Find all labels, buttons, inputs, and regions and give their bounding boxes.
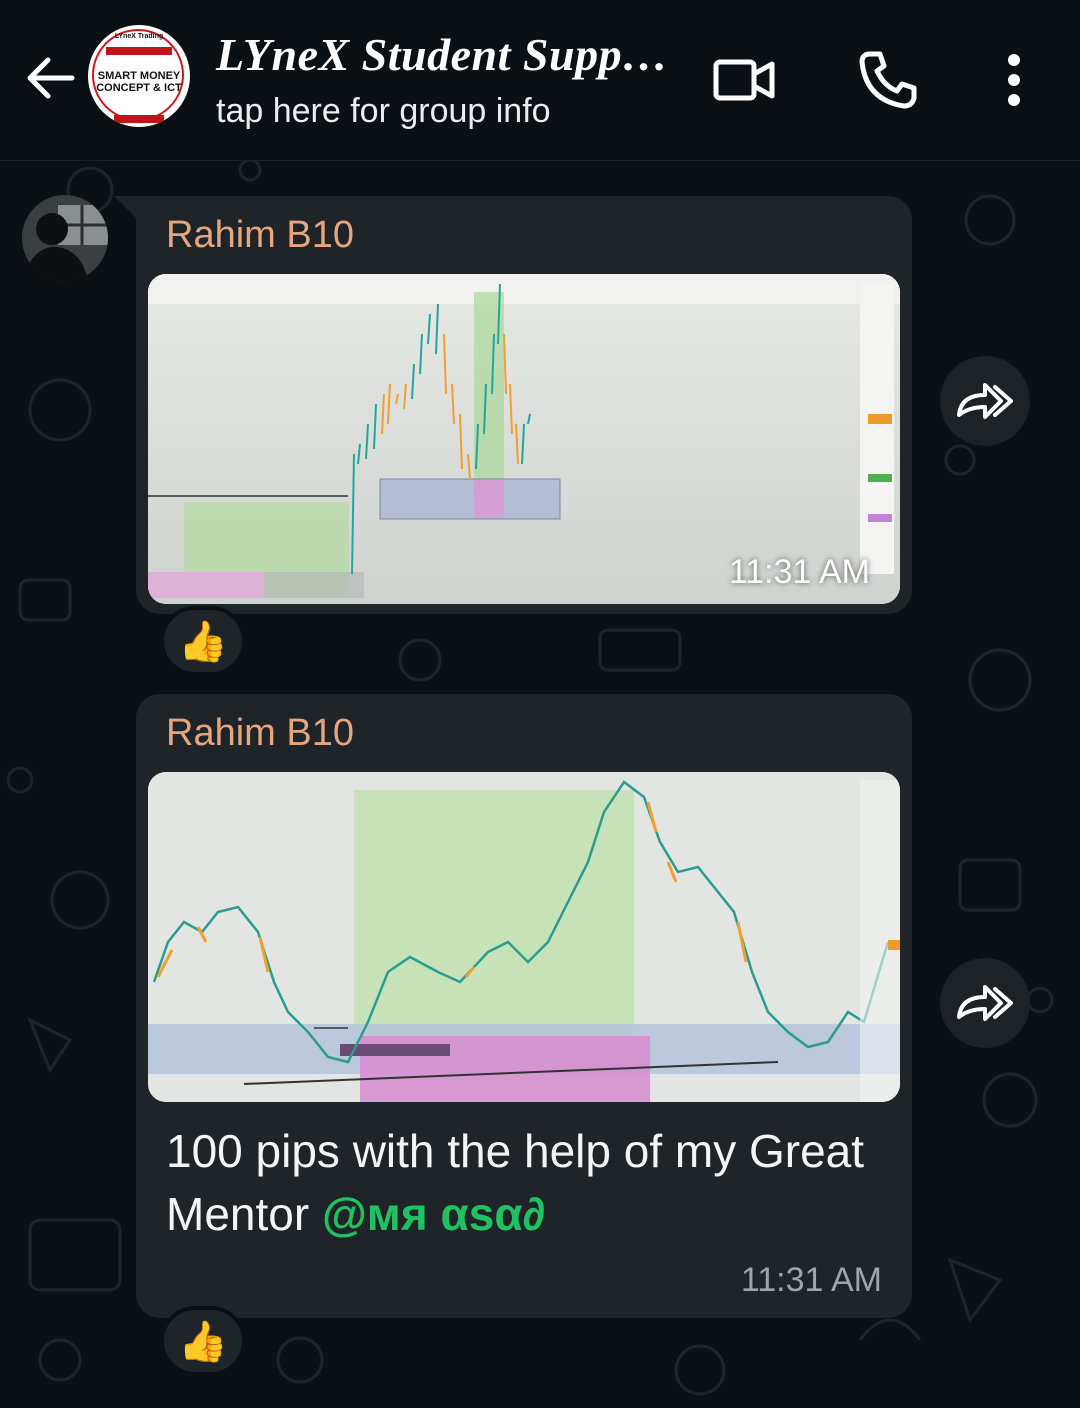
- forward-icon: [957, 985, 1013, 1021]
- chat-header: LYneX Trading SMART MONEY CONCEPT & ICT …: [0, 0, 1080, 161]
- avatar-band-top: [106, 47, 172, 55]
- voice-call-button[interactable]: [856, 48, 920, 112]
- arrow-left-icon: [27, 57, 75, 99]
- message-time: 11:31 AM: [728, 553, 870, 591]
- avatar-logo-line2: SMART MONEY CONCEPT & ICT: [96, 70, 182, 94]
- reaction-badge[interactable]: 👍: [160, 1306, 246, 1376]
- forward-button[interactable]: [940, 356, 1030, 446]
- video-camera-icon: [713, 59, 775, 101]
- group-avatar[interactable]: LYneX Trading SMART MONEY CONCEPT & ICT: [88, 25, 190, 127]
- trading-chart-image: [148, 772, 900, 1102]
- mention-link[interactable]: @мя αѕα∂: [322, 1188, 545, 1240]
- bubble-tail: [114, 196, 136, 218]
- chart-photo[interactable]: [148, 772, 900, 1102]
- message-bubble[interactable]: Rahim B10 100 pips with the help of my G…: [136, 694, 912, 1318]
- video-call-button[interactable]: [712, 48, 776, 112]
- sender-name[interactable]: Rahim B10: [166, 214, 354, 257]
- message-caption: 100 pips with the help of my Great Mento…: [166, 1120, 886, 1246]
- group-info-hint[interactable]: tap here for group info: [216, 92, 551, 131]
- sender-avatar[interactable]: [22, 195, 108, 281]
- back-button[interactable]: [22, 50, 78, 106]
- forward-icon: [957, 383, 1013, 419]
- avatar-band-bottom: [114, 115, 164, 123]
- phone-icon: [859, 51, 917, 109]
- more-options-button[interactable]: [982, 48, 1046, 112]
- profile-photo-icon: [22, 195, 108, 281]
- more-vertical-icon: [1008, 54, 1020, 106]
- reaction-badge[interactable]: 👍: [160, 606, 246, 676]
- forward-button[interactable]: [940, 958, 1030, 1048]
- message-time: 11:31 AM: [740, 1261, 882, 1299]
- chart-photo[interactable]: 11:31 AM: [148, 274, 900, 604]
- avatar-logo-line1: LYneX Trading: [114, 33, 164, 40]
- group-title[interactable]: LYneX Student Supp…: [216, 28, 669, 81]
- message-bubble[interactable]: Rahim B10 11:31 AM: [136, 196, 912, 614]
- sender-name[interactable]: Rahim B10: [166, 712, 354, 755]
